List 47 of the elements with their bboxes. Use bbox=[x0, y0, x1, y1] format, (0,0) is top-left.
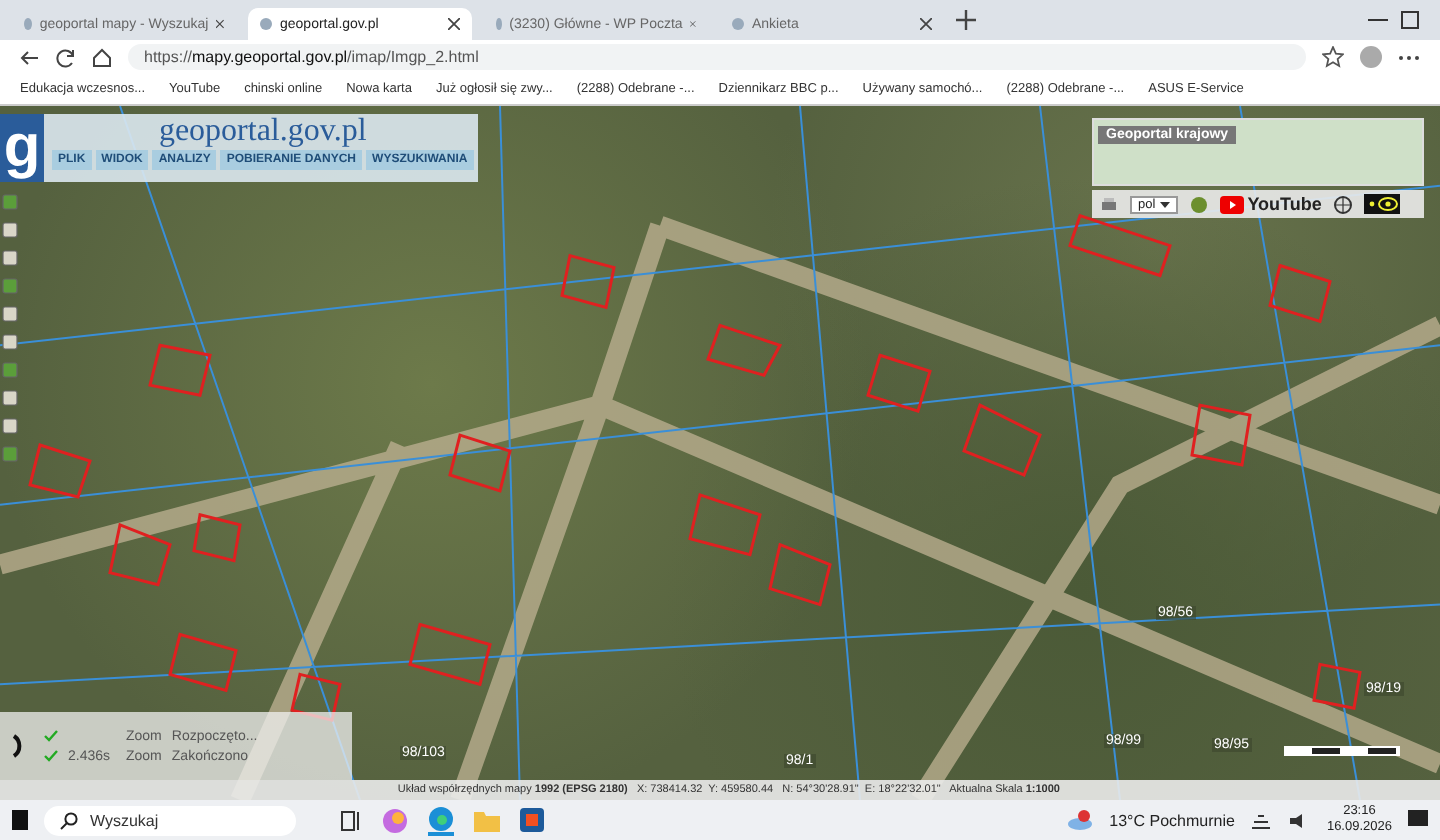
building-outline bbox=[108, 522, 172, 587]
store-app-icon[interactable] bbox=[520, 808, 544, 832]
close-icon[interactable] bbox=[216, 18, 224, 30]
building-outline bbox=[448, 433, 512, 493]
site-title: geoportal.gov.pl bbox=[158, 114, 367, 150]
building-outline bbox=[706, 323, 783, 377]
building-outline bbox=[28, 443, 92, 499]
cloud-icon bbox=[1065, 810, 1094, 830]
building-outline bbox=[408, 622, 492, 687]
start-icon[interactable] bbox=[12, 810, 28, 830]
reload-icon[interactable] bbox=[56, 47, 76, 67]
building-outline bbox=[1268, 263, 1332, 324]
weather-label[interactable]: 13°C Pochmurnie bbox=[1109, 811, 1235, 829]
building-outline bbox=[1312, 662, 1362, 711]
aerial-map-view[interactable] bbox=[0, 106, 1440, 800]
eye-icon[interactable] bbox=[1363, 194, 1400, 214]
building-outline bbox=[168, 632, 238, 693]
home-icon[interactable] bbox=[92, 47, 112, 67]
scale-bar bbox=[1284, 746, 1400, 756]
building-outline bbox=[560, 253, 616, 310]
building-outline bbox=[1068, 213, 1172, 278]
video-link[interactable]: YouTube bbox=[1219, 194, 1322, 214]
notification-icon[interactable] bbox=[1408, 810, 1428, 830]
close-icon[interactable] bbox=[920, 18, 932, 30]
building-outline bbox=[866, 353, 932, 413]
building-outline bbox=[768, 542, 832, 607]
task-view-icon[interactable] bbox=[340, 809, 362, 831]
browser-app-icon[interactable] bbox=[428, 805, 454, 835]
back-arrow-icon[interactable] bbox=[20, 47, 40, 67]
print-icon[interactable] bbox=[1100, 195, 1118, 213]
maximize-icon[interactable] bbox=[1400, 10, 1420, 30]
geoportal-logo[interactable]: g bbox=[0, 114, 44, 182]
new-tab-icon[interactable] bbox=[956, 10, 976, 30]
building-outline bbox=[962, 403, 1042, 477]
address-field[interactable]: https://mapy.geoportal.gov.pl/imap/Imgp_2.html bbox=[128, 44, 1306, 70]
building-outline bbox=[148, 343, 212, 397]
search-icon bbox=[60, 811, 78, 829]
caret-icon bbox=[1159, 201, 1170, 207]
building-outline bbox=[688, 492, 762, 557]
more-options-icon[interactable] bbox=[1398, 53, 1420, 61]
taskbar-search-field[interactable]: Wyszukaj bbox=[44, 805, 296, 835]
play-icon bbox=[1219, 195, 1244, 213]
close-icon[interactable] bbox=[448, 18, 460, 30]
copilot-app-icon[interactable] bbox=[382, 807, 408, 833]
building-outline bbox=[1190, 403, 1252, 467]
building-outline bbox=[192, 512, 242, 563]
star-icon[interactable] bbox=[1322, 46, 1344, 68]
